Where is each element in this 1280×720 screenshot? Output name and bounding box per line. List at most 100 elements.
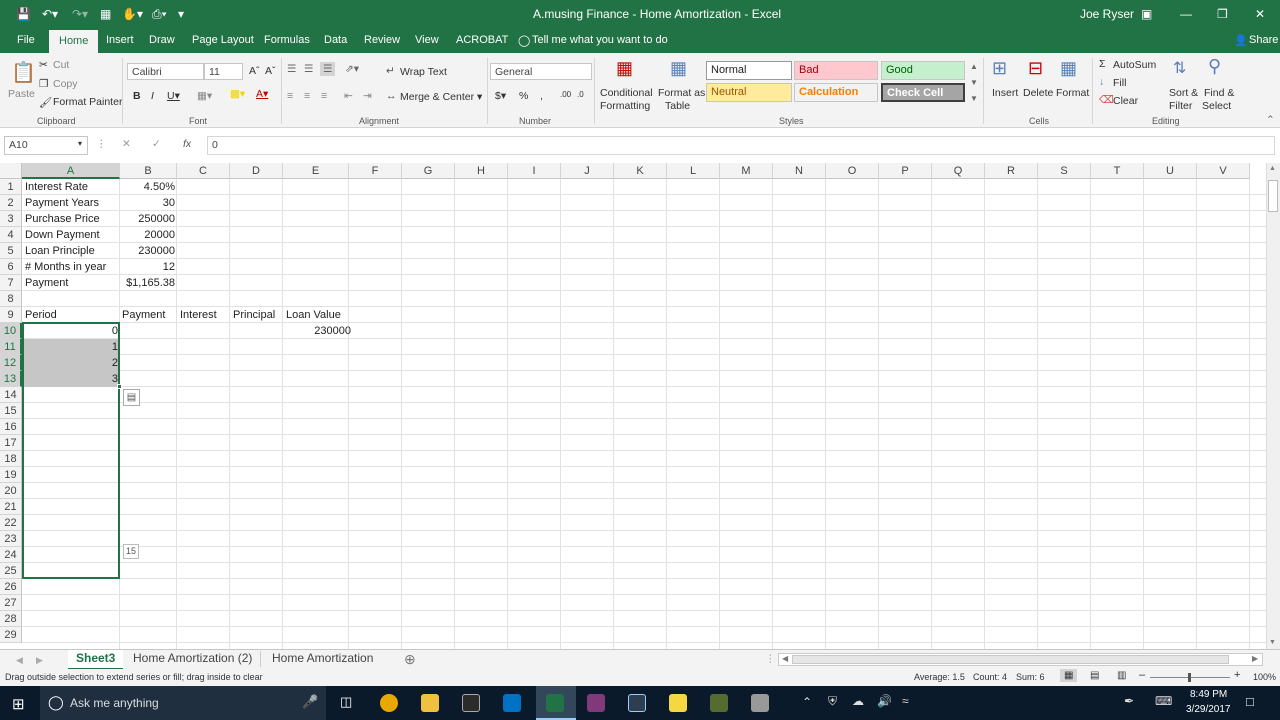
wrap-text-icon[interactable]: ↵: [386, 65, 395, 77]
task-view-icon[interactable]: ◫: [340, 694, 352, 710]
defender-icon[interactable]: ⛨: [828, 694, 837, 709]
formula-input[interactable]: 0: [207, 136, 1275, 155]
zoom-out-icon[interactable]: –: [1139, 669, 1145, 681]
merge-dropdown-icon[interactable]: ▾: [477, 91, 482, 103]
vertical-scrollbar[interactable]: [1266, 163, 1280, 649]
font-color-icon[interactable]: A▾: [256, 88, 268, 100]
row-header[interactable]: 14: [0, 387, 22, 403]
collapse-ribbon-icon[interactable]: ⌃: [1266, 114, 1275, 126]
row-header[interactable]: 13: [0, 371, 22, 387]
column-header[interactable]: I: [508, 163, 561, 179]
formatting-label[interactable]: Formatting: [600, 100, 650, 112]
sticky-notes-icon[interactable]: [669, 694, 687, 712]
row-header[interactable]: 21: [0, 499, 22, 515]
sheet-tab-sheet3[interactable]: Sheet3: [68, 650, 124, 670]
comma-icon[interactable]: ,: [540, 90, 543, 102]
align-left-icon[interactable]: ≡: [287, 90, 293, 102]
tab-formulas[interactable]: Formulas: [264, 34, 310, 46]
style-calculation[interactable]: Calculation: [794, 83, 878, 102]
prev-sheet-icon[interactable]: ◀: [16, 655, 23, 666]
cell-a10[interactable]: 0: [24, 323, 118, 339]
paste-icon[interactable]: 📋: [11, 60, 36, 85]
restore-icon[interactable]: ❐: [1217, 7, 1228, 21]
cell-a1[interactable]: Interest Rate: [25, 179, 88, 195]
decrease-font-icon[interactable]: Aˇ: [265, 65, 276, 77]
align-middle-icon[interactable]: ☰: [304, 63, 313, 75]
row-header[interactable]: 10: [0, 323, 22, 339]
name-box[interactable]: A10: [4, 136, 88, 155]
decrease-decimal-icon[interactable]: .0: [577, 90, 584, 99]
select-label[interactable]: Select: [1202, 100, 1231, 112]
zoom-slider-thumb[interactable]: [1188, 673, 1191, 682]
clear-icon[interactable]: ⌫: [1099, 94, 1114, 106]
show-hidden-icons-icon[interactable]: ⌃: [802, 695, 812, 709]
new-sheet-icon[interactable]: ⊕: [404, 651, 416, 668]
sheet-tab-home-amortization-2[interactable]: Home Amortization (2): [133, 651, 252, 665]
borders-icon[interactable]: ▦▾: [197, 90, 212, 102]
table-label[interactable]: Table: [665, 100, 690, 112]
customize-qat-icon[interactable]: ▾: [178, 7, 184, 21]
format-button[interactable]: Format: [1056, 87, 1089, 99]
column-header[interactable]: S: [1038, 163, 1091, 179]
column-header[interactable]: U: [1144, 163, 1197, 179]
column-header[interactable]: E: [283, 163, 349, 179]
font-size-select[interactable]: 11: [204, 63, 243, 80]
align-right-icon[interactable]: ≡: [321, 90, 327, 102]
cell-a3[interactable]: Purchase Price: [25, 211, 100, 227]
style-good[interactable]: Good: [881, 61, 965, 80]
excel-icon[interactable]: [546, 694, 564, 712]
form-icon[interactable]: ▦: [100, 7, 111, 21]
cell-c9[interactable]: Interest: [180, 307, 217, 323]
cell-a7[interactable]: Payment: [25, 275, 68, 291]
orientation-icon[interactable]: ⇗▾: [345, 63, 359, 75]
delete-cells-icon[interactable]: ⊟: [1028, 58, 1043, 79]
fill-color-icon[interactable]: ▩▾: [230, 88, 245, 100]
font-name-select[interactable]: Calibri: [127, 63, 204, 80]
row-header[interactable]: 3: [0, 211, 22, 227]
paste-button[interactable]: Paste: [8, 88, 35, 100]
zoom-in-icon[interactable]: +: [1234, 669, 1240, 681]
cell-a4[interactable]: Down Payment: [25, 227, 100, 243]
cortana-search-text[interactable]: Ask me anything: [70, 696, 159, 710]
undo-icon[interactable]: ↶▾: [42, 7, 58, 21]
row-header[interactable]: 5: [0, 243, 22, 259]
row-header[interactable]: 17: [0, 435, 22, 451]
next-sheet-icon[interactable]: ▶: [36, 655, 43, 666]
close-icon[interactable]: ✕: [1255, 7, 1265, 21]
column-header[interactable]: D: [230, 163, 283, 179]
column-header[interactable]: T: [1091, 163, 1144, 179]
name-box-dropdown-icon[interactable]: ▾: [78, 139, 82, 148]
app-icon-2[interactable]: [751, 694, 769, 712]
cell-e9[interactable]: Loan Value: [286, 307, 341, 323]
copy-icon[interactable]: ❐: [39, 78, 48, 90]
styles-more-icon[interactable]: ▼: [970, 94, 978, 103]
tab-data[interactable]: Data: [324, 34, 347, 46]
sort-filter-icon[interactable]: ⇅: [1173, 58, 1186, 78]
sort-button[interactable]: Sort &: [1169, 87, 1198, 99]
touch-mode-icon[interactable]: ✋▾: [122, 7, 143, 21]
cell-b7[interactable]: $1,165.38: [121, 275, 175, 291]
row-header[interactable]: 7: [0, 275, 22, 291]
scroll-left-icon[interactable]: ◀: [782, 654, 788, 663]
row-header[interactable]: 22: [0, 515, 22, 531]
percent-icon[interactable]: %: [519, 90, 528, 102]
row-header[interactable]: 15: [0, 403, 22, 419]
tab-page-layout[interactable]: Page Layout: [192, 34, 254, 46]
column-header[interactable]: N: [773, 163, 826, 179]
cell-a12[interactable]: 2: [24, 355, 118, 371]
cell-b5[interactable]: 230000: [121, 243, 175, 259]
cell-b6[interactable]: 12: [121, 259, 175, 275]
row-header[interactable]: 9: [0, 307, 22, 323]
tab-view[interactable]: View: [415, 34, 439, 46]
action-center-icon[interactable]: □: [1246, 694, 1254, 709]
scroll-down-icon[interactable]: ▼: [1269, 639, 1276, 646]
select-all-corner[interactable]: [0, 163, 22, 179]
ribbon-display-icon[interactable]: ▣: [1141, 7, 1152, 21]
row-header[interactable]: 26: [0, 579, 22, 595]
cell-a11[interactable]: 1: [24, 339, 118, 355]
column-header[interactable]: J: [561, 163, 614, 179]
style-check-cell[interactable]: Check Cell: [881, 83, 965, 102]
style-bad[interactable]: Bad: [794, 61, 878, 80]
page-layout-view-icon[interactable]: ▤: [1090, 670, 1099, 681]
format-as-table-button[interactable]: Format as: [658, 87, 705, 99]
